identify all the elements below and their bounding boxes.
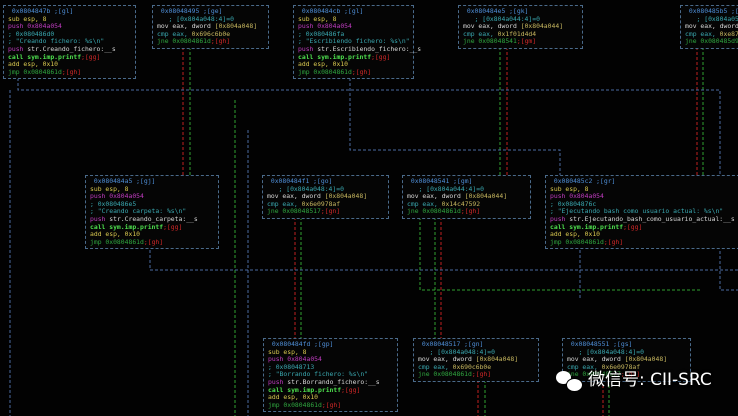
asm-token: jne 0x08048517 bbox=[267, 207, 321, 216]
asm-token: jne 0x080485d9 bbox=[685, 37, 738, 46]
asm-line: jmp 0x0804861d;[gh] bbox=[268, 400, 393, 410]
asm-token: ;[gg] bbox=[371, 52, 391, 61]
basic-block-0x0804847b[interactable]: 0x0804847b ;[gl] sub esp, 8 push 0x804a054… bbox=[3, 5, 136, 80]
asm-line: jmp 0x0804861d;[gh] bbox=[8, 67, 131, 77]
asm-line: jne 0x08048541;[gm] bbox=[463, 38, 578, 46]
asm-token: ;[gh] bbox=[143, 237, 164, 246]
watermark: 微信号: CII-SRC bbox=[556, 370, 712, 392]
asm-line: jmp 0x0804861d;[gh] bbox=[298, 67, 409, 77]
asm-token: jmp 0x0804861d bbox=[268, 400, 322, 409]
asm-token: ;[gh] bbox=[61, 67, 82, 76]
asm-token: ;[gg] bbox=[341, 385, 361, 394]
asm-token: ;[gg] bbox=[81, 52, 101, 61]
basic-block-0x080485c2[interactable]: 0x080485c2 ;[gr] sub esp, 8 push 0x804a054… bbox=[545, 175, 738, 250]
basic-block-0x08048517[interactable]: 0x08048517 ;[gn] ; [0x804a048:4]=0 mov ea… bbox=[413, 338, 539, 382]
asm-line: jne 0x080485d9 bbox=[685, 38, 738, 46]
asm-token: ;[gg] bbox=[163, 222, 183, 231]
basic-block-0x080484fd[interactable]: 0x080484fd ;[gp] sub esp, 8 push 0x804a054… bbox=[263, 338, 398, 413]
asm-token: jmp 0x0804861d bbox=[298, 67, 352, 76]
radare2-graph-view[interactable]: 0x0804847b ;[gl] sub esp, 8 push 0x804a054… bbox=[0, 0, 738, 416]
basic-block-0x08048495[interactable]: 0x08048495 ;[ge] ; [0x804a048:4]=0 mov ea… bbox=[152, 5, 269, 49]
asm-token: jne 0x0804861d bbox=[157, 37, 211, 46]
edge-jump bbox=[349, 78, 561, 175]
basic-block-0x080485b5[interactable]: 0x080485b5 ;[g ; [0x804a050 mov eax, dwor… bbox=[680, 5, 738, 49]
wechat-icon bbox=[556, 371, 583, 392]
asm-token: ;[gg] bbox=[623, 222, 643, 231]
asm-line: jne 0x0804861d;[gh] bbox=[418, 371, 534, 379]
asm-token: jmp 0x0804861d bbox=[8, 67, 62, 76]
asm-token: ;[gh] bbox=[321, 400, 342, 409]
asm-token: ;[gh] bbox=[460, 207, 481, 216]
asm-token: jmp 0x0804861d bbox=[90, 237, 144, 246]
asm-line: jmp 0x0804861d;[gh] bbox=[90, 237, 214, 247]
asm-token: ;[gn] bbox=[320, 207, 341, 216]
asm-token: jne 0x0804861d bbox=[407, 207, 461, 216]
asm-token: jne 0x08048541 bbox=[463, 37, 517, 46]
basic-block-0x080484f1[interactable]: 0x080484f1 ;[go] ; [0x804a048:4]=0 mov ea… bbox=[262, 175, 389, 219]
asm-token: ;[gh] bbox=[471, 370, 492, 379]
asm-line: jne 0x0804861d;[gh] bbox=[407, 208, 526, 216]
basic-block-0x080484cb[interactable]: 0x080484cb ;[gl] sub esp, 8 push 0x804a054… bbox=[293, 5, 421, 80]
watermark-text: 微信号: CII-SRC bbox=[588, 370, 712, 391]
basic-block-0x08048541[interactable]: 0x08048541 ;[gm] ; [0x804a044:4]=0 mov ea… bbox=[402, 175, 531, 219]
asm-token: jmp 0x0804861d bbox=[550, 237, 604, 246]
asm-token: ;[gm] bbox=[516, 37, 537, 46]
asm-line: jne 0x08048517;[gn] bbox=[267, 208, 384, 216]
asm-token: ;[gh] bbox=[210, 37, 231, 46]
asm-line: jne 0x0804861d;[gh] bbox=[157, 38, 264, 46]
basic-block-0x080484e5[interactable]: 0x080484e5 ;[gk] ; [0x804a044:4]=0 mov ea… bbox=[458, 5, 583, 49]
asm-token: jne 0x0804861d bbox=[418, 370, 472, 379]
asm-token: ;[gh] bbox=[351, 67, 372, 76]
asm-line: jmp 0x0804861d;[gh] bbox=[550, 237, 738, 247]
asm-token: ;[gh] bbox=[603, 237, 624, 246]
basic-block-0x080484a5[interactable]: 0x080484a5 ;[gj] sub esp, 8 push 0x804a054… bbox=[85, 175, 219, 250]
